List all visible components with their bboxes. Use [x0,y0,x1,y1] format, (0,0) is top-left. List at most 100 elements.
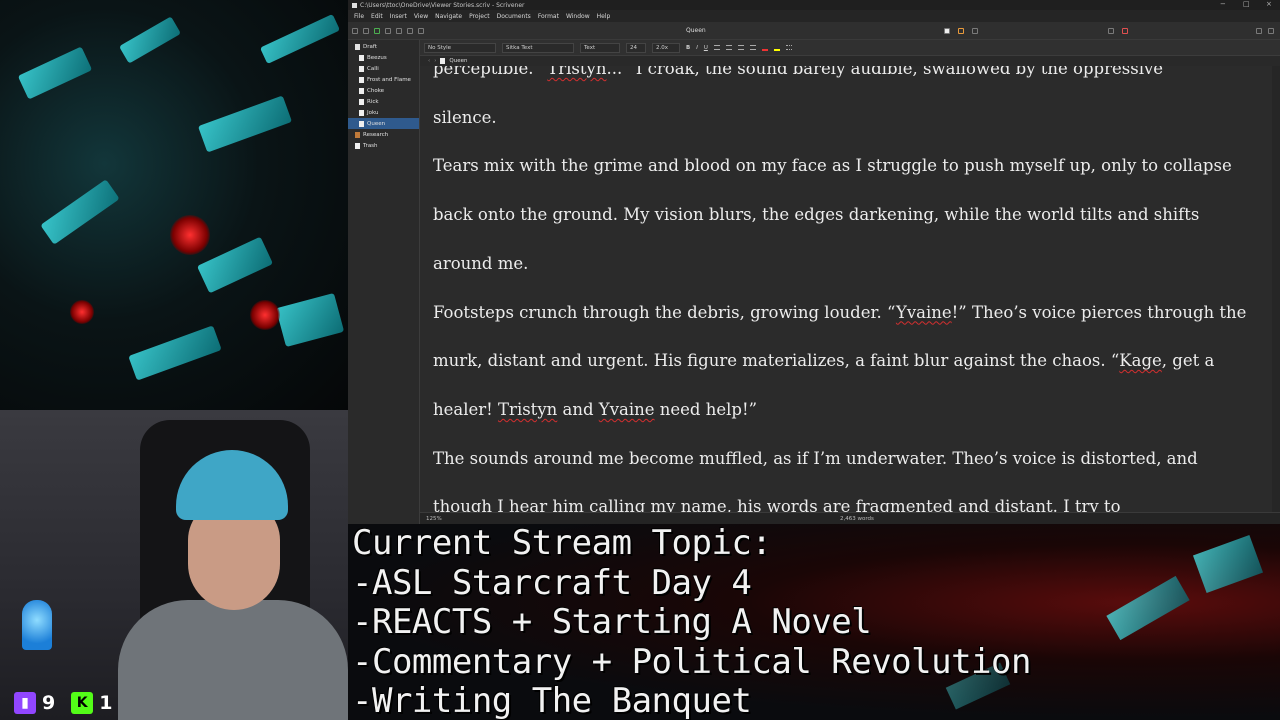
binder-item-label: Frost and Flame [367,76,411,83]
bold-button[interactable]: B [686,45,690,51]
trash-icon[interactable] [396,27,402,34]
misspelled-word: Tristyn [547,66,607,78]
share-icon[interactable] [1108,27,1114,34]
add-folder-icon[interactable] [385,27,391,34]
binder-item-label: Research [363,131,389,138]
list-icon[interactable] [785,45,792,50]
misspelled-word: Yvaine [598,399,655,419]
text-run: The sounds around me become muffled, as … [433,448,1198,512]
binder-item-queen[interactable]: Queen [348,118,419,129]
binder-toggle-icon[interactable] [352,27,358,34]
binder-item-choke[interactable]: Choke [348,85,419,96]
quick-search-icon[interactable] [1268,27,1274,34]
menu-navigate[interactable]: Navigate [435,13,462,20]
editor-paragraph[interactable]: silence. [433,94,1255,143]
menu-project[interactable]: Project [469,13,490,20]
binder-item-frost-and-flame[interactable]: Frost and Flame [348,74,419,85]
kick-icon: K [71,692,94,714]
webcam-streamer [118,450,348,720]
screen: ▮ 9 K 1 C:\Users\ttoc\OneDrive\Viewer St… [0,0,1280,720]
minimize-button[interactable]: − [1220,0,1226,8]
compose-icon[interactable] [418,27,424,34]
stream-stats: ▮ 9 K 1 [0,686,348,720]
text-run: silence. [433,107,497,127]
text-run: and [557,399,599,419]
menu-edit[interactable]: Edit [371,13,383,20]
menu-insert[interactable]: Insert [390,13,407,20]
collections-icon[interactable] [363,27,369,34]
line-spacing-select[interactable]: 2.0x [652,42,680,53]
binder-item-joku[interactable]: Joku [348,107,419,118]
binder-item-label: Trash [363,142,378,149]
bookmark-icon[interactable] [1122,27,1128,34]
justify-icon[interactable] [749,45,756,50]
binder-item-label: Calli [367,65,379,72]
research-icon [355,131,360,138]
window-titlebar: C:\Users\ttoc\OneDrive\Viewer Stories.sc… [348,0,1280,10]
text-run: ...” I croak, the sound barely audible, … [606,66,1164,78]
add-document-icon[interactable] [374,27,380,34]
misspelled-word: Kage [1119,351,1162,371]
binder-item-rick[interactable]: Rick [348,96,419,107]
doc-icon [359,87,364,94]
menu-view[interactable]: View [414,13,428,20]
webcam-lava-lamp [22,600,52,650]
binder-item-beezus[interactable]: Beezus [348,52,419,63]
topic-line: -Commentary + Political Revolution [352,641,1031,682]
binder-item-draft[interactable]: Draft [348,41,419,52]
corkboard-view-icon[interactable] [958,27,964,34]
italic-button[interactable]: I [696,45,698,51]
zoom-level[interactable]: 125% [426,516,442,522]
misspelled-word: Tristyn [498,399,558,419]
app-icon [352,2,357,8]
editor-header: ‹ › Queen [420,56,1280,66]
underline-button[interactable]: U [704,45,708,51]
kick-viewer-count: K 1 [71,692,112,714]
binder-item-label: Choke [367,87,385,94]
align-left-icon[interactable] [713,45,720,50]
menu-format[interactable]: Format [538,13,559,20]
topic-line: Current Stream Topic: [352,524,772,563]
binder-item-trash[interactable]: Trash [348,140,419,151]
menu-documents[interactable]: Documents [497,13,531,20]
binder-item-label: Beezus [367,54,387,61]
outliner-view-icon[interactable] [972,27,978,34]
editor-paragraph[interactable]: perceptible. “Tristyn...” I croak, the s… [433,66,1255,94]
align-right-icon[interactable] [737,45,744,50]
highlight-icon[interactable] [773,45,780,51]
close-button[interactable]: × [1266,0,1272,8]
font-size-select[interactable]: 24 [626,42,646,53]
editor-paragraph[interactable]: The sounds around me become muffled, as … [433,435,1255,512]
nav-forward-icon[interactable]: › [434,58,436,64]
topic-line: -REACTS + Starting A Novel [352,602,872,642]
doc-icon [359,54,364,61]
binder-item-label: Draft [363,43,377,50]
binder-item-label: Joku [367,109,379,116]
typeface-select[interactable]: Text [580,42,620,53]
align-center-icon[interactable] [725,45,732,50]
scrivenings-view-icon[interactable] [944,27,950,34]
link-icon[interactable] [407,27,413,34]
menu-window[interactable]: Window [566,13,590,20]
editor-paragraph[interactable]: Tears mix with the grime and blood on my… [433,142,1255,288]
font-family-select[interactable]: Sitka Text [502,42,574,53]
nav-back-icon[interactable]: ‹ [428,58,430,64]
binder-sidebar: Draft Beezus Calli Frost and Flame Choke Rick… [348,40,420,524]
binder-item-research[interactable]: Research [348,129,419,140]
menu-file[interactable]: File [354,13,364,20]
trash-icon [355,142,360,149]
style-select[interactable]: No Style [424,42,496,53]
text-color-icon[interactable] [761,45,768,51]
background-art [0,0,348,410]
editor-area[interactable]: perceptible. “Tristyn...” I croak, the s… [420,66,1272,512]
binder-item-calli[interactable]: Calli [348,63,419,74]
maximize-button[interactable]: □ [1243,0,1250,8]
inspector-toggle-icon[interactable] [1256,27,1262,34]
editor-scrollbar[interactable] [1272,66,1280,512]
editor-paragraph[interactable]: Footsteps crunch through the debris, gro… [433,289,1255,435]
webcam-feed [0,410,348,720]
menu-help[interactable]: Help [597,13,611,20]
editor-text[interactable]: perceptible. “Tristyn...” I croak, the s… [433,66,1255,512]
word-count: 2,463 words [840,515,874,522]
editor-status-bar: 125% 2,463 words [420,512,1280,524]
